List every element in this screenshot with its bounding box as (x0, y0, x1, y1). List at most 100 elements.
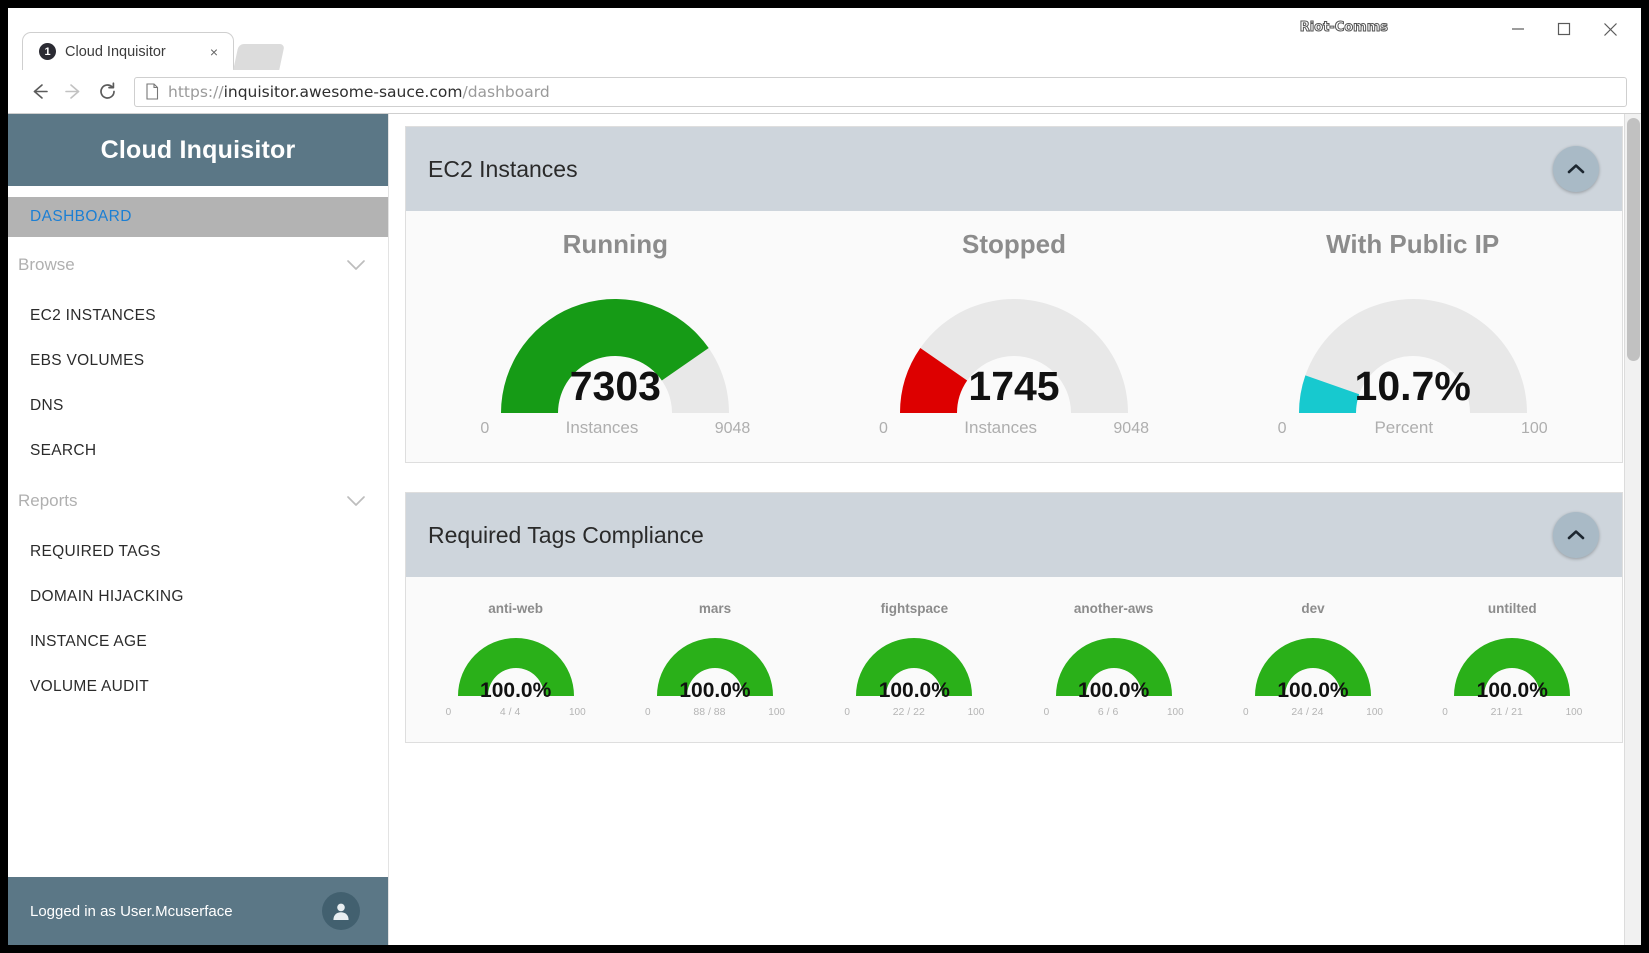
gauge-min: 0 (644, 707, 651, 718)
gauge-fightspace: fightspace 100.0% 0 22 / 22 100 (815, 601, 1014, 718)
card-header: Required Tags Compliance (406, 493, 1622, 577)
sidebar-group-browse[interactable]: Browse (8, 237, 388, 293)
gauge-footer: 0 Instances 9048 (480, 418, 750, 438)
tab-favicon: 1 (39, 43, 56, 60)
sidebar-item-label: EBS VOLUMES (30, 351, 145, 369)
sidebar-item-ec2-instances[interactable]: EC2 INSTANCES (8, 293, 388, 338)
chevron-down-icon (346, 259, 366, 272)
gauge-min: 0 (1277, 420, 1287, 437)
back-arrow-icon[interactable] (22, 75, 56, 109)
gauge-label: anti-web (488, 601, 544, 616)
gauge-footer: 0 4 / 4 100 (446, 706, 586, 718)
sidebar-footer: Logged in as User.Mcuserface (8, 877, 388, 945)
gauge-max: 100 (1366, 707, 1383, 718)
page-document-icon (145, 83, 159, 100)
logged-in-status: Logged in as User.Mcuserface (30, 902, 233, 920)
url-scheme: https:// (168, 82, 224, 101)
minimize-button[interactable] (1495, 12, 1541, 46)
sidebar-item-dns[interactable]: DNS (8, 383, 388, 428)
gauge-value: 7303 (569, 363, 661, 409)
sidebar-group-label: Browse (18, 255, 75, 274)
card-required-tags-compliance: Required Tags Compliance anti-web 100.0% (405, 492, 1623, 743)
page-scrollbar[interactable] (1624, 114, 1641, 945)
gauge-arc: 7303 (480, 278, 750, 414)
sidebar-nav: DASHBOARD Browse EC2 INSTANCES EBS VOLUM… (8, 186, 388, 877)
gauge-untilted: untilted 100.0% 0 21 / 21 100 (1413, 601, 1612, 718)
sidebar-item-required-tags[interactable]: REQUIRED TAGS (8, 529, 388, 574)
scrollbar-thumb[interactable] (1627, 118, 1640, 361)
gauge-footer: 0 22 / 22 100 (844, 706, 984, 718)
sidebar-item-domain-hijacking[interactable]: DOMAIN HIJACKING (8, 574, 388, 619)
app-brand: Cloud Inquisitor (8, 114, 388, 186)
reload-icon[interactable] (90, 75, 124, 109)
gauge-footer: 0 24 / 24 100 (1243, 706, 1383, 718)
maximize-button[interactable] (1541, 12, 1587, 46)
gauge-value: 100.0% (1277, 679, 1349, 702)
forward-arrow-icon[interactable] (56, 75, 90, 109)
gauge-mars: mars 100.0% 0 88 / 88 100 (615, 601, 814, 718)
gauge-footer: 0 Percent 100 (1278, 418, 1548, 438)
gauge-unit: 4 / 4 (499, 706, 521, 718)
sidebar-item-instance-age[interactable]: INSTANCE AGE (8, 619, 388, 664)
sidebar-item-ebs-volumes[interactable]: EBS VOLUMES (8, 338, 388, 383)
gauge-footer: 0 Instances 9048 (879, 418, 1149, 438)
sidebar-item-label: EC2 INSTANCES (30, 306, 156, 324)
browser-tab-cloud-inquisitor[interactable]: 1 Cloud Inquisitor × (22, 32, 234, 70)
gauge-arc: 100.0% (647, 628, 783, 703)
user-avatar-icon[interactable] (322, 892, 360, 930)
gauge-max: 100 (1520, 420, 1548, 437)
address-bar[interactable]: https://inquisitor.awesome-sauce.com/das… (134, 76, 1627, 107)
sidebar-group-reports[interactable]: Reports (8, 473, 388, 529)
sidebar-item-dashboard[interactable]: DASHBOARD (8, 197, 388, 237)
gauge-max: 100 (1166, 707, 1184, 718)
tab-title: Cloud Inquisitor (65, 43, 166, 60)
window-owner-label: Riot-Comms (1299, 20, 1388, 36)
tab-strip: 1 Cloud Inquisitor × (22, 32, 285, 70)
url-path: /dashboard (462, 82, 550, 101)
gauge-label: fightspace (880, 601, 949, 616)
sidebar: Cloud Inquisitor DASHBOARD Browse EC2 IN… (8, 114, 389, 945)
gauge-another-aws: another-aws 100.0% 0 6 / 6 100 (1014, 601, 1213, 718)
gauge-arc: 100.0% (846, 628, 982, 703)
gauge-arc: 1745 (879, 278, 1149, 414)
compliance-gauge-row: anti-web 100.0% 0 4 / 4 100 mars 100.0% … (416, 595, 1612, 718)
card-body: Running 7303 0 Instances 9048 Stopped 17… (406, 211, 1622, 462)
gauge-label: Stopped (962, 229, 1066, 259)
gauge-footer: 0 21 / 21 100 (1442, 706, 1582, 718)
window-controls (1495, 12, 1633, 46)
app-title: Cloud Inquisitor (100, 135, 296, 164)
gauge-label: Running (562, 229, 669, 259)
gauge-min: 0 (1242, 707, 1249, 718)
gauge-max: 100 (568, 707, 586, 718)
gauge-arc: 100.0% (1444, 628, 1580, 703)
gauge-value: 100.0% (480, 679, 552, 702)
gauge-value: 1745 (968, 363, 1060, 409)
gauge-arc: 100.0% (1245, 628, 1381, 703)
gauge-unit: 88 / 88 (693, 706, 726, 718)
browser-titlebar: Riot-Comms 1 Cloud Inquisitor × (8, 8, 1641, 70)
browser-window: Riot-Comms 1 Cloud Inquisitor × https://… (8, 8, 1641, 945)
close-button[interactable] (1587, 12, 1633, 46)
gauge-arc: 100.0% (448, 628, 584, 703)
gauge-label: untilted (1487, 601, 1537, 616)
new-tab-button[interactable] (233, 44, 285, 70)
gauge-unit: Instances (964, 418, 1038, 437)
gauge-anti-web: anti-web 100.0% 0 4 / 4 100 (416, 601, 615, 718)
url-host: inquisitor.awesome-sauce.com (223, 82, 463, 101)
page-viewport: Cloud Inquisitor DASHBOARD Browse EC2 IN… (8, 114, 1641, 945)
card-body: anti-web 100.0% 0 4 / 4 100 mars 100.0% … (406, 577, 1622, 742)
collapse-toggle-required-tags[interactable] (1553, 512, 1599, 558)
gauge-unit: Instances (565, 418, 639, 437)
gauge-max: 100 (967, 707, 985, 718)
tab-close-icon[interactable]: × (205, 43, 223, 61)
ec2-gauge-row: Running 7303 0 Instances 9048 Stopped 17… (416, 229, 1612, 438)
gauge-unit: 21 / 21 (1490, 706, 1523, 718)
sidebar-item-label: DASHBOARD (30, 208, 132, 225)
chevron-down-icon (346, 495, 366, 508)
gauge-max: 100 (768, 707, 785, 718)
gauge-unit: 6 / 6 (1097, 706, 1119, 718)
sidebar-item-search[interactable]: SEARCH (8, 428, 388, 473)
sidebar-item-volume-audit[interactable]: VOLUME AUDIT (8, 664, 388, 709)
collapse-toggle-ec2[interactable] (1553, 146, 1599, 192)
sidebar-item-label: SEARCH (30, 441, 97, 459)
